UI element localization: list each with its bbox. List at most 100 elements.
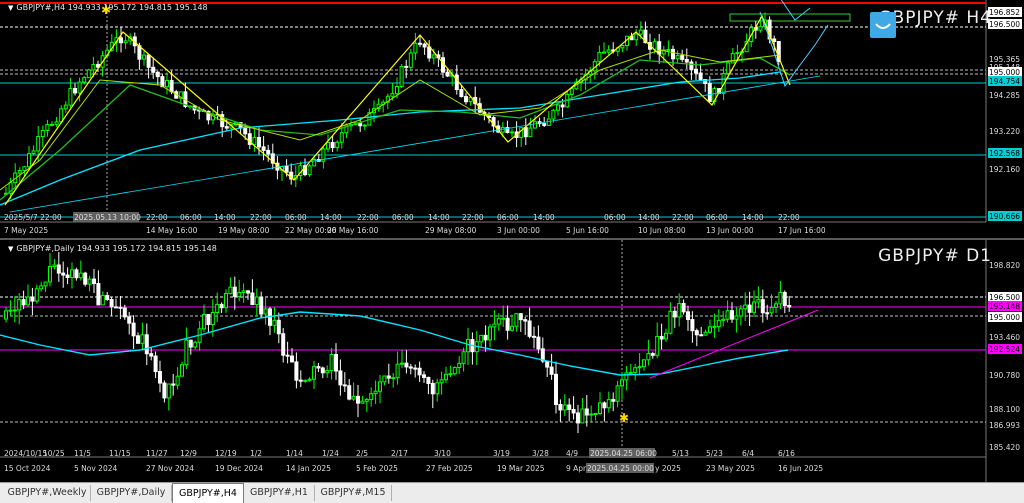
candle xyxy=(243,127,248,135)
candle xyxy=(228,286,233,294)
candle xyxy=(290,355,294,363)
candle xyxy=(364,398,369,402)
candle xyxy=(680,55,685,60)
h4-symbol-info: ▼ GBPJPY#,H4 194.933 195.172 194.815 195.… xyxy=(8,3,208,12)
h4-price-label: 193.220 xyxy=(989,127,1020,136)
candle xyxy=(551,109,556,120)
candle xyxy=(735,52,740,55)
candle xyxy=(523,127,528,138)
candle xyxy=(546,118,551,126)
candle xyxy=(671,48,675,60)
h4-time-label: 06:00 xyxy=(706,213,728,222)
h4-time-label: 06:00 xyxy=(392,213,414,222)
candle xyxy=(562,404,567,411)
candle xyxy=(650,353,655,356)
h4-time-label: 14:00 xyxy=(214,213,236,222)
candle xyxy=(756,299,761,303)
d1-time-label-top: 12/9 xyxy=(180,449,197,458)
d1-time-label-top: 1/24 xyxy=(322,449,339,458)
candle xyxy=(542,123,547,126)
candle xyxy=(589,413,594,416)
tab-m15[interactable]: GBPJPY#,M15 xyxy=(315,485,392,501)
candle xyxy=(514,313,519,327)
h4-time-label: 2025/5/7 22:00 xyxy=(4,213,62,222)
tab-h1[interactable]: GBPJPY#,H1 xyxy=(244,485,315,501)
candle xyxy=(712,325,717,328)
candle xyxy=(169,79,174,93)
d1-time-label-bottom: 2025.04.25 00:00 xyxy=(587,464,654,473)
candle xyxy=(501,317,506,320)
candle xyxy=(716,319,721,327)
d1-time-label-top: 1/2 xyxy=(250,449,262,458)
candle xyxy=(684,58,689,63)
candle xyxy=(257,136,261,148)
h4-time-label: 06:00 xyxy=(180,213,202,222)
candle xyxy=(52,264,57,268)
d1-time-label-top: 10/25 xyxy=(43,449,65,458)
d1-time-label-top: 4/9 xyxy=(566,449,578,458)
candle xyxy=(263,308,268,315)
h4-time-label: 22:00 xyxy=(357,213,379,222)
candle xyxy=(83,272,88,285)
candle xyxy=(356,395,360,404)
candle xyxy=(142,54,146,60)
tab-weekly[interactable]: GBPJPY#,Weekly xyxy=(4,485,91,501)
h4-chart-pane[interactable]: ✱196.852196.500195.365195.148195.000194.… xyxy=(0,0,1024,238)
d1-time-label-tail: y 2025 xyxy=(655,464,681,473)
tab-h4[interactable]: GBPJPY#,H4 xyxy=(172,483,244,503)
h4-price-axis-bg xyxy=(986,0,1024,238)
tab-daily[interactable]: GBPJPY#,Daily xyxy=(91,485,172,501)
candle xyxy=(567,404,572,410)
candle xyxy=(36,136,41,152)
candle xyxy=(510,131,514,134)
candle xyxy=(338,370,343,386)
candle xyxy=(65,274,70,278)
candle xyxy=(659,335,664,340)
candle xyxy=(140,334,145,344)
candle xyxy=(533,121,537,129)
candle xyxy=(556,104,560,111)
candle xyxy=(17,169,22,174)
candle xyxy=(528,127,533,138)
h4-time-label: 29 May 08:00 xyxy=(425,226,477,235)
h4-time-label: 06:00 xyxy=(497,213,519,222)
candle xyxy=(382,375,387,383)
candle xyxy=(580,408,585,424)
candle xyxy=(118,306,123,309)
candle xyxy=(698,72,703,81)
candle xyxy=(505,317,510,331)
candle xyxy=(637,366,642,369)
collapse-triangle-icon[interactable]: ▼ xyxy=(8,4,13,12)
candle xyxy=(325,370,330,374)
candle xyxy=(444,373,448,381)
candle xyxy=(96,283,101,306)
d1-time-label-bottom: 19 Dec 2024 xyxy=(215,464,263,473)
d1-time-label-top: 11/15 xyxy=(109,449,131,458)
candle xyxy=(459,89,464,98)
d1-time-label-bottom: 15 Oct 2024 xyxy=(4,464,51,473)
candle xyxy=(74,269,79,279)
candle xyxy=(452,367,457,375)
candle xyxy=(149,353,154,357)
candle xyxy=(422,43,427,48)
candle xyxy=(378,381,382,392)
candle xyxy=(131,322,136,337)
candle xyxy=(54,121,59,125)
candle xyxy=(602,402,607,409)
candle xyxy=(677,303,682,318)
h4-ma-mid xyxy=(0,57,791,201)
h4-time-label: 06:00 xyxy=(285,213,307,222)
candle xyxy=(158,371,162,384)
smile-badge-icon[interactable] xyxy=(870,12,896,38)
candle xyxy=(92,278,96,285)
d1-time-label-top: 2025.04.25 06:00 xyxy=(590,449,657,458)
d1-chart-pane[interactable]: ✱ 198.820 196.500 195.148 195.000 193.460 192.… xyxy=(0,240,1024,482)
d1-chart-canvas[interactable]: ✱ 198.820 196.500195.148 195.000 193.460 192.… xyxy=(0,240,1024,482)
candle xyxy=(642,359,646,368)
candle xyxy=(78,272,83,279)
candle xyxy=(68,88,73,106)
collapse-triangle-icon[interactable]: ▼ xyxy=(8,245,13,253)
candle xyxy=(175,375,180,386)
candle xyxy=(726,62,731,74)
candle xyxy=(122,307,127,318)
